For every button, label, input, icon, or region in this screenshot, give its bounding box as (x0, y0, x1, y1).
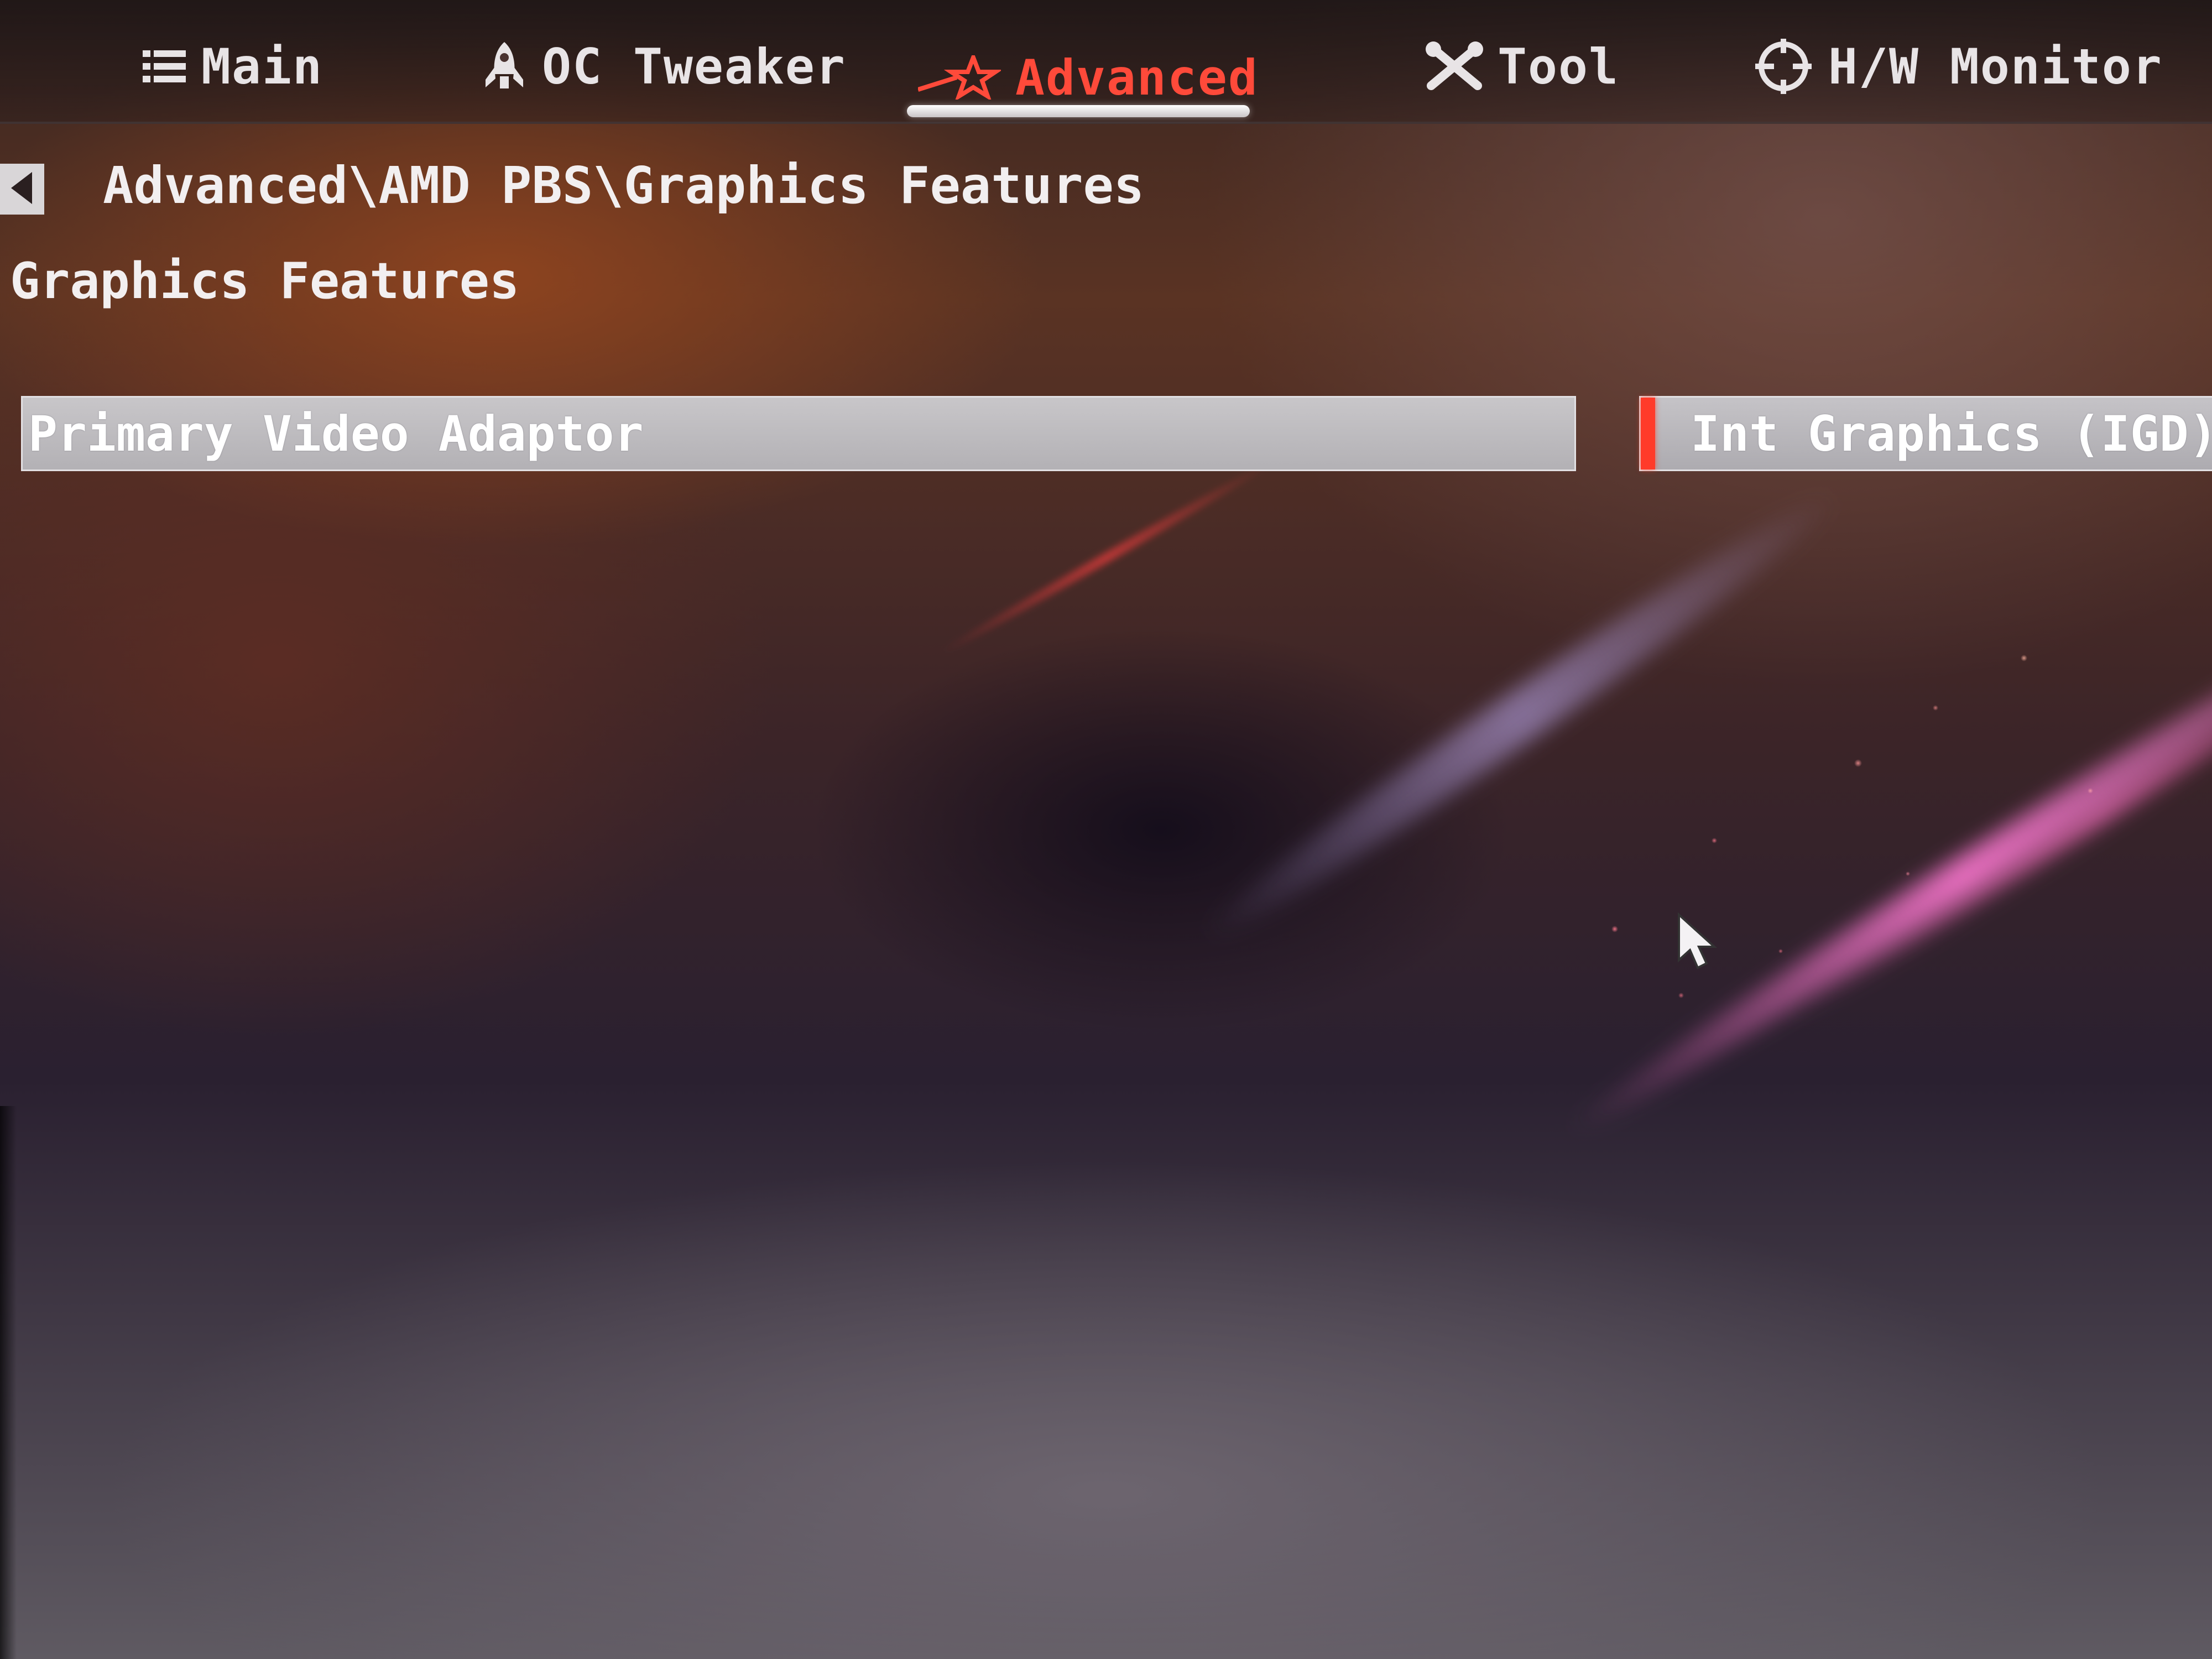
crosshair-icon (1753, 39, 1814, 94)
back-button[interactable] (0, 164, 44, 215)
tab-oc-tweaker[interactable]: OC Tweaker (481, 33, 846, 100)
rocket-icon (481, 40, 528, 93)
tab-label: OC Tweaker (542, 38, 846, 95)
tools-icon (1426, 41, 1483, 91)
screen-bezel (0, 1106, 17, 1659)
tab-label: Advanced (1015, 49, 1259, 106)
setting-value: Int Graphics (IGD) (1691, 405, 2212, 462)
tab-main[interactable]: Main (143, 33, 323, 100)
setting-row-primary-video-adaptor[interactable]: Primary Video Adaptor (21, 396, 1576, 471)
tab-advanced[interactable]: Advanced (918, 44, 1259, 111)
tab-hw-monitor[interactable]: H/W Monitor (1753, 33, 2163, 100)
breadcrumb: Advanced\AMD PBS\Graphics Features (103, 156, 1145, 215)
tab-label: Tool (1498, 38, 1619, 95)
list-icon (143, 47, 187, 86)
setting-value-dropdown[interactable]: Int Graphics (IGD) (1639, 396, 2212, 471)
arrow-left-icon (6, 169, 39, 210)
background-streak (936, 457, 1276, 659)
setting-label: Primary Video Adaptor (28, 405, 644, 462)
section-title: Graphics Features (10, 252, 520, 310)
top-navigation: Main OC Tweaker Advanced Tool H/W Monito… (0, 0, 2212, 124)
tab-label: Main (201, 38, 323, 95)
tab-tool[interactable]: Tool (1426, 33, 1619, 100)
bios-screen: Main OC Tweaker Advanced Tool H/W Monito… (0, 0, 2212, 1659)
mouse-cursor-icon (1676, 912, 1725, 973)
active-tab-indicator (907, 105, 1250, 117)
background-sparkles (1548, 608, 2212, 1161)
value-marker (1641, 398, 1655, 469)
tab-label: H/W Monitor (1828, 38, 2163, 95)
star-icon (918, 55, 1001, 100)
